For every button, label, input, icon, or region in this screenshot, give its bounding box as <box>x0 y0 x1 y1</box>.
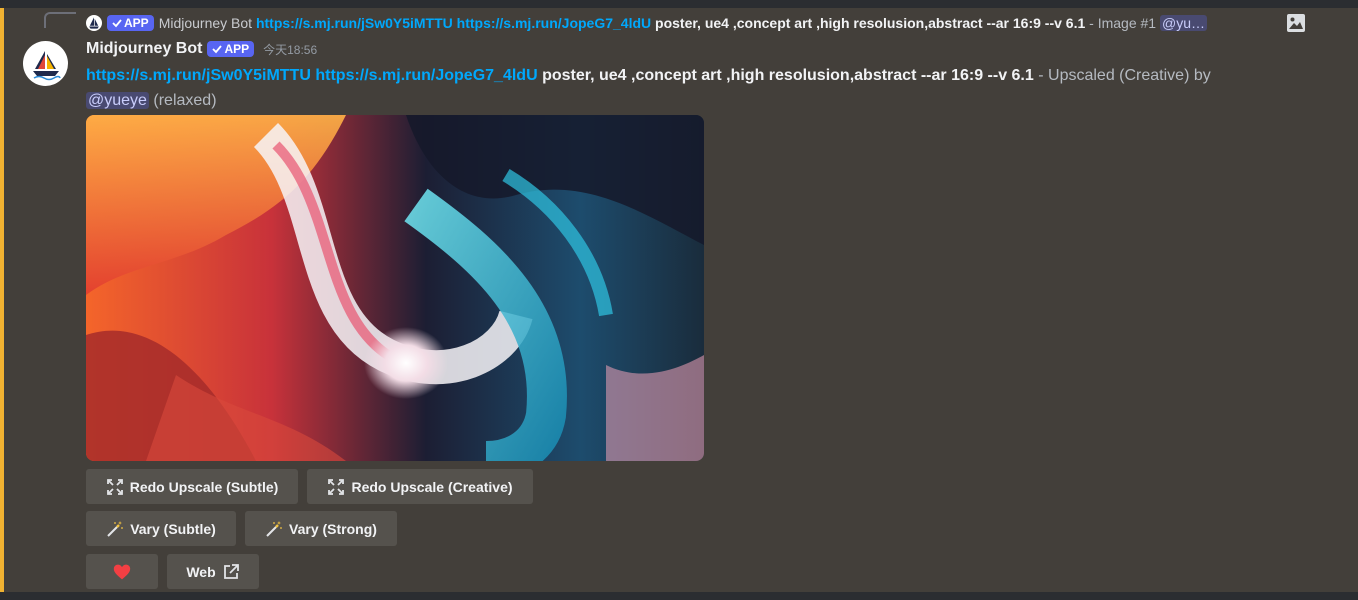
prompt-link-1[interactable]: https://s.mj.run/jSw0Y5iMTTU <box>86 67 311 84</box>
status-text: - Upscaled (Creative) by <box>1038 67 1211 84</box>
reply-spine <box>44 12 76 28</box>
author-avatar[interactable] <box>23 41 68 86</box>
reply-author[interactable]: Midjourney Bot <box>159 15 252 31</box>
message-header: Midjourney Bot APP 今天18:56 <box>86 40 317 58</box>
reply-mention[interactable]: @yu… <box>1159 15 1207 31</box>
image-icon[interactable] <box>1286 13 1306 33</box>
vary-strong-label: Vary (Strong) <box>289 520 377 537</box>
author-name[interactable]: Midjourney Bot <box>86 40 202 58</box>
expand-icon <box>106 478 124 496</box>
reply-app-badge: APP <box>107 15 154 31</box>
prompt-text: poster, ue4 ,concept art ,high resolusio… <box>542 67 1034 84</box>
mode-text: (relaxed) <box>153 92 217 109</box>
favorite-button[interactable] <box>86 554 158 589</box>
message-content: https://s.mj.run/jSw0Y5iMTTU https://s.m… <box>86 63 1316 113</box>
reply-link-2[interactable]: https://s.mj.run/JopeG7_4ldU <box>457 15 651 31</box>
bottom-divider <box>0 592 1358 600</box>
vary-strong-button[interactable]: Vary (Strong) <box>245 511 397 546</box>
redo-upscale-creative-button[interactable]: Redo Upscale (Creative) <box>307 469 533 504</box>
reply-link-1[interactable]: https://s.mj.run/jSw0Y5iMTTU <box>256 15 453 31</box>
magic-wand-icon <box>106 520 124 538</box>
app-badge: APP <box>207 41 255 57</box>
redo-upscale-subtle-label: Redo Upscale (Subtle) <box>129 478 279 495</box>
expand-icon <box>327 478 345 496</box>
external-link-icon <box>222 563 240 581</box>
reply-reference[interactable]: APP Midjourney Bot https://s.mj.run/jSw0… <box>86 13 1334 33</box>
web-button[interactable]: Web <box>167 554 259 589</box>
prompt-link-2[interactable]: https://s.mj.run/JopeG7_4ldU <box>315 67 537 84</box>
vary-subtle-button[interactable]: Vary (Subtle) <box>86 511 236 546</box>
reply-prompt: poster, ue4 ,concept art ,high resolusio… <box>655 15 1086 31</box>
redo-upscale-creative-label: Redo Upscale (Creative) <box>351 478 513 495</box>
user-mention[interactable]: @yueye <box>86 92 149 109</box>
top-divider <box>0 0 1358 8</box>
redo-upscale-subtle-button[interactable]: Redo Upscale (Subtle) <box>86 469 298 504</box>
timestamp: 今天18:56 <box>263 42 318 57</box>
magic-wand-icon <box>265 520 283 538</box>
vary-subtle-label: Vary (Subtle) <box>130 520 216 537</box>
reply-avatar <box>86 15 102 31</box>
web-label: Web <box>186 563 216 580</box>
reply-text: Midjourney Bot https://s.mj.run/jSw0Y5iM… <box>159 15 1207 31</box>
generated-image[interactable] <box>86 115 704 461</box>
reply-suffix: - Image #1 <box>1089 15 1157 31</box>
heart-icon <box>113 563 131 581</box>
